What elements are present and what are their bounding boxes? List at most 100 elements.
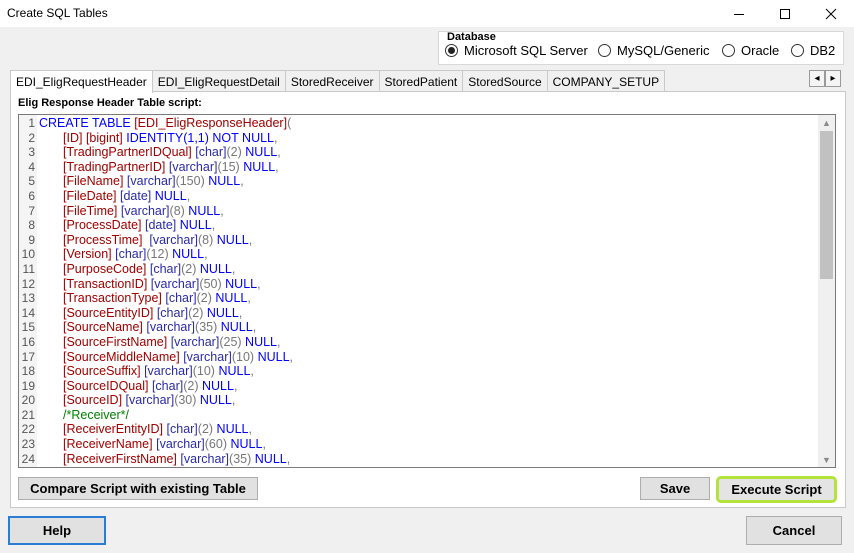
window-title: Create SQL Tables	[7, 6, 108, 20]
tab-stored-receiver[interactable]: StoredReceiver	[284, 70, 380, 92]
code-keyword: NULL	[208, 174, 241, 189]
code-size: (2)	[196, 291, 212, 306]
code-size: (15)	[217, 159, 240, 174]
line-number: 16	[21, 334, 35, 349]
code-type: [varchar]	[150, 276, 200, 291]
code-line: 24 [ReceiverFirstName] [varchar](35) NULL…	[19, 452, 817, 467]
tab-stored-patient[interactable]: StoredPatient	[378, 70, 464, 92]
scrollbar-thumb[interactable]	[820, 131, 833, 279]
code-size: (150)	[175, 174, 205, 189]
code-type: [varchar]	[144, 364, 193, 379]
line-number: 2	[28, 130, 35, 145]
script-editor[interactable]: 1 CREATE TABLE [EDI_EligResponseHeader]( …	[18, 114, 836, 468]
code-punct: (	[287, 116, 292, 130]
code-keyword: NULL	[179, 218, 212, 233]
radio-mysql[interactable]: MySQL/Generic	[598, 43, 709, 58]
code-type: [varchar]	[120, 203, 170, 218]
code-punct: ,	[231, 393, 236, 408]
code-size: (10)	[231, 349, 255, 364]
code-size: (2)	[181, 261, 197, 276]
line-number: 17	[21, 349, 35, 364]
code-line: 16 [SourceFirstName] [varchar](25) NULL,	[19, 335, 817, 350]
maximize-button[interactable]	[762, 0, 808, 27]
code-keyword: NULL	[216, 232, 249, 247]
code-keyword: NULL	[201, 378, 234, 393]
code-size: (2)	[183, 378, 199, 393]
code-size: (10)	[192, 364, 215, 379]
editor-vertical-scrollbar[interactable]: ▲ ▼	[818, 115, 835, 467]
tab-scroll-left-button[interactable]: ◂	[809, 70, 825, 87]
code-punct: ,	[252, 320, 257, 335]
scroll-down-arrow-icon[interactable]: ▼	[818, 452, 835, 467]
code-keyword: NULL	[154, 188, 187, 203]
code-keyword: NULL	[172, 247, 205, 262]
code-area[interactable]: 1 CREATE TABLE [EDI_EligResponseHeader]( …	[19, 116, 817, 466]
scroll-up-arrow-icon[interactable]: ▲	[818, 115, 835, 130]
code-line: 13 [TransactionType] [char](2) NULL,	[19, 291, 817, 306]
radio-empty-icon	[791, 44, 804, 57]
code-keyword: NULL	[199, 261, 232, 276]
minimize-icon	[734, 13, 744, 15]
line-number: 18	[21, 364, 35, 379]
line-number: 12	[21, 276, 35, 291]
code-type: [varchar]	[156, 437, 205, 452]
code-line: 18 [SourceSuffix] [varchar](10) NULL,	[19, 364, 817, 379]
code-line: 22 [ReceiverEntityID] [char](2) NULL,	[19, 422, 817, 437]
code-line: 14 [SourceEntityID] [char](2) NULL,	[19, 306, 817, 321]
code-size: (2)	[226, 145, 242, 160]
database-group: Database Microsoft SQL Server MySQL/Gene…	[438, 31, 844, 65]
code-line: 12 [TransactionID] [varchar](50) NULL,	[19, 277, 817, 292]
code-type: [varchar]	[170, 334, 220, 349]
code-keyword: NULL	[220, 320, 253, 335]
code-punct: ,	[257, 276, 261, 291]
code-size: (25)	[219, 334, 242, 349]
compare-script-button[interactable]: Compare Script with existing Table	[18, 477, 258, 500]
code-size: (12)	[146, 247, 169, 262]
tab-scroll-right-button[interactable]: ▸	[825, 70, 841, 87]
line-number: 22	[21, 422, 35, 437]
line-number: 15	[21, 320, 35, 335]
code-size: (35)	[229, 451, 252, 466]
code-keyword: NULL	[245, 145, 278, 160]
minimize-button[interactable]	[716, 0, 762, 27]
save-button[interactable]: Save	[640, 477, 710, 500]
code-identifier: [EDI_EligResponseHeader]	[134, 116, 288, 130]
code-size: (35)	[195, 320, 218, 335]
cancel-button[interactable]: Cancel	[746, 516, 842, 545]
code-line: 5 [FileName] [varchar](150) NULL,	[19, 174, 817, 189]
code-punct: ,	[247, 291, 251, 306]
code-punct: ,	[220, 203, 224, 218]
help-button[interactable]: Help	[8, 516, 106, 545]
code-size: (50)	[199, 276, 222, 291]
tab-stored-source[interactable]: StoredSource	[462, 70, 548, 92]
execute-script-button[interactable]: Execute Script	[716, 476, 837, 503]
radio-selected-icon	[445, 44, 458, 57]
code-keyword: NULL	[225, 276, 258, 291]
line-number: 8	[28, 218, 35, 233]
radio-db2[interactable]: DB2	[791, 43, 835, 58]
script-label: Elig Response Header Table script:	[18, 97, 202, 109]
code-type: [varchar]	[180, 451, 230, 466]
code-punct: ,	[231, 261, 236, 276]
code-size: (2)	[188, 305, 204, 320]
database-label: Database	[447, 31, 496, 43]
close-button[interactable]	[808, 0, 854, 27]
code-punct: ,	[238, 305, 243, 320]
code-line: 3 [TradingPartnerIDQual] [char](2) NULL,	[19, 145, 817, 160]
code-keyword: NULL	[188, 203, 221, 218]
code-type: [date]	[119, 188, 152, 203]
line-number: 11	[22, 261, 35, 276]
code-line: 6 [FileDate] [date] NULL,	[19, 189, 817, 204]
code-type: [varchar]	[146, 320, 196, 335]
code-identifier: [SourceName]	[63, 320, 143, 335]
tab-edi-elig-request-detail[interactable]: EDI_EligRequestDetail	[151, 70, 286, 92]
code-identifier: [SourceID]	[63, 393, 123, 408]
tab-company-setup[interactable]: COMPANY_SETUP	[546, 70, 666, 92]
radio-oracle[interactable]: Oracle	[722, 43, 779, 58]
radio-mssql[interactable]: Microsoft SQL Server	[445, 43, 588, 58]
code-identifier: [SourceSuffix]	[63, 364, 141, 379]
code-line: 10 [Version] [char](12) NULL,	[19, 247, 817, 262]
table-tabs: EDI_EligRequestHeader EDI_EligRequestDet…	[10, 70, 666, 93]
tab-edi-elig-request-header[interactable]: EDI_EligRequestHeader	[10, 70, 153, 93]
code-line: 20 [SourceID] [varchar](30) NULL,	[19, 393, 817, 408]
